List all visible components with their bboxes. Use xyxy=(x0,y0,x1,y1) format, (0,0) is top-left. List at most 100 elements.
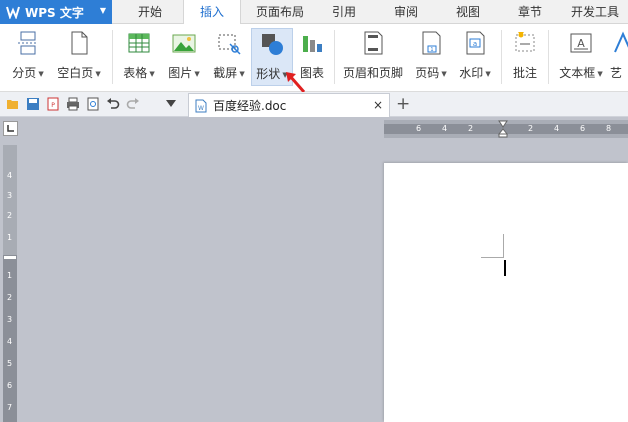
wordart-label: 艺 xyxy=(610,66,623,80)
app-menu-button[interactable]: WPS 文字 ▼ xyxy=(0,0,112,24)
document-icon: W xyxy=(195,99,207,112)
dropdown-arrow-icon[interactable]: ▼ xyxy=(95,70,100,78)
ruler-tick: 2 xyxy=(7,293,13,302)
table-button[interactable]: 表格 ▼ xyxy=(118,28,160,86)
tab-review[interactable]: 审阅 xyxy=(382,0,430,24)
menu-bar: WPS 文字 ▼ 开始 插入 页面布局 引用 审阅 视图 章节 开发工具 xyxy=(0,0,628,25)
save-icon[interactable] xyxy=(26,97,40,111)
ruler-tick: 5 xyxy=(7,359,13,368)
page-number-button[interactable]: 1 页码 ▼ xyxy=(410,28,452,86)
text-cursor xyxy=(504,260,506,276)
page-break-icon xyxy=(18,31,38,55)
table-icon xyxy=(128,33,150,53)
tab-section[interactable]: 章节 xyxy=(506,0,554,24)
document-page[interactable] xyxy=(384,163,628,422)
document-tab-label: 百度经验.doc xyxy=(213,99,287,113)
dropdown-arrow-icon[interactable]: ▼ xyxy=(38,70,43,78)
new-tab-button[interactable]: + xyxy=(396,94,410,114)
dropdown-arrow-icon[interactable]: ▼ xyxy=(441,70,446,78)
header-footer-label: 页眉和页脚 xyxy=(342,66,403,80)
divider xyxy=(334,30,335,84)
print-icon[interactable] xyxy=(66,97,80,111)
picture-icon xyxy=(172,34,196,53)
close-icon[interactable]: × xyxy=(373,98,383,112)
ruler-tick: 2 xyxy=(468,124,474,133)
ruler-tick: 1 xyxy=(7,233,13,242)
wps-logo-icon xyxy=(6,6,20,19)
textbox-button[interactable]: A 文本框 ▼ xyxy=(553,28,609,86)
ruler-tick: 4 xyxy=(554,124,560,133)
indent-marker-icon[interactable] xyxy=(498,120,508,138)
quick-access-bar: P W 百度经验.doc × + xyxy=(0,92,628,117)
ruler-corner-button[interactable] xyxy=(3,121,18,136)
svg-text:a: a xyxy=(473,40,477,48)
tab-insert[interactable]: 插入 xyxy=(183,0,241,25)
wps-writer-window: WPS 文字 ▼ 开始 插入 页面布局 引用 审阅 视图 章节 开发工具 分页 ▼… xyxy=(0,0,628,422)
watermark-button[interactable]: a 水印 ▼ xyxy=(454,28,496,86)
undo-icon[interactable] xyxy=(106,97,120,111)
ruler-tick: 4 xyxy=(442,124,448,133)
divider xyxy=(112,30,113,84)
comment-label: 批注 xyxy=(512,66,537,80)
horizontal-ruler[interactable]: 6 4 2 2 4 6 8 xyxy=(384,120,628,138)
wordart-button[interactable]: 艺 xyxy=(610,28,628,86)
svg-text:P: P xyxy=(51,102,55,109)
chart-icon xyxy=(303,36,322,52)
screenshot-label: 截屏 xyxy=(213,66,238,80)
blank-page-button[interactable]: 空白页 ▼ xyxy=(52,28,106,86)
dropdown-arrow-icon[interactable]: ▼ xyxy=(239,70,244,78)
header-footer-button[interactable]: 页眉和页脚 xyxy=(340,28,406,86)
quick-access-dropdown-icon[interactable] xyxy=(166,100,176,108)
ruler-tick: 7 xyxy=(7,403,13,412)
tab-page-layout[interactable]: 页面布局 xyxy=(248,0,312,24)
screenshot-icon xyxy=(218,34,241,55)
page-number-icon: 1 xyxy=(422,31,441,55)
textbox-label: 文本框 xyxy=(559,66,596,80)
header-footer-icon xyxy=(364,31,383,55)
screenshot-button[interactable]: 截屏 ▼ xyxy=(208,28,250,86)
table-label: 表格 xyxy=(123,66,148,80)
margin-handle[interactable] xyxy=(4,256,16,259)
dropdown-arrow-icon[interactable]: ▼ xyxy=(149,70,154,78)
margin-corner-mark xyxy=(481,257,504,258)
export-pdf-icon[interactable]: P xyxy=(46,97,60,111)
textbox-icon: A xyxy=(570,33,592,53)
tab-view[interactable]: 视图 xyxy=(444,0,492,24)
ruler-tick: 8 xyxy=(606,124,612,133)
print-preview-icon[interactable] xyxy=(86,97,100,111)
tab-start[interactable]: 开始 xyxy=(126,0,174,24)
page-break-label: 分页 xyxy=(12,66,37,80)
dropdown-arrow-icon[interactable]: ▼ xyxy=(597,70,602,78)
watermark-icon: a xyxy=(466,31,485,55)
dropdown-arrow-icon[interactable]: ▼ xyxy=(194,70,199,78)
divider xyxy=(548,30,549,84)
watermark-label: 水印 xyxy=(459,66,484,80)
picture-button[interactable]: 图片 ▼ xyxy=(163,28,205,86)
tab-references[interactable]: 引用 xyxy=(320,0,368,24)
page-break-button[interactable]: 分页 ▼ xyxy=(8,28,48,86)
svg-text:A: A xyxy=(577,37,585,50)
shapes-label: 形状 xyxy=(256,67,281,81)
document-tab[interactable]: W 百度经验.doc × xyxy=(188,93,390,117)
ruler-tick: 6 xyxy=(580,124,586,133)
redo-icon[interactable] xyxy=(126,97,140,111)
ruler-tick: 4 xyxy=(7,171,13,180)
comment-icon xyxy=(515,32,535,52)
comment-button[interactable]: 批注 xyxy=(506,28,544,86)
ruler-tick: 2 xyxy=(528,124,534,133)
ruler-tick: 4 xyxy=(7,337,13,346)
tab-stop-icon xyxy=(7,125,14,132)
insert-ribbon: 分页 ▼ 空白页 ▼ 表格 ▼ 图片 ▼ 截屏 ▼ 形状 ▼ 图表 页眉和页脚 … xyxy=(0,24,628,92)
ruler-tick: 6 xyxy=(416,124,422,133)
open-folder-icon[interactable] xyxy=(6,97,20,111)
svg-text:W: W xyxy=(198,105,204,112)
svg-text:1: 1 xyxy=(430,47,433,53)
ruler-tick: 2 xyxy=(7,211,13,220)
chevron-down-icon: ▼ xyxy=(99,6,106,15)
ruler-tick: 1 xyxy=(7,271,13,280)
dropdown-arrow-icon[interactable]: ▼ xyxy=(485,70,490,78)
vertical-ruler[interactable]: 4 3 2 1 1 2 3 4 5 6 7 xyxy=(3,145,17,422)
tab-developer[interactable]: 开发工具 xyxy=(562,0,628,24)
shapes-icon xyxy=(262,34,283,55)
ruler-tick: 3 xyxy=(7,315,13,324)
